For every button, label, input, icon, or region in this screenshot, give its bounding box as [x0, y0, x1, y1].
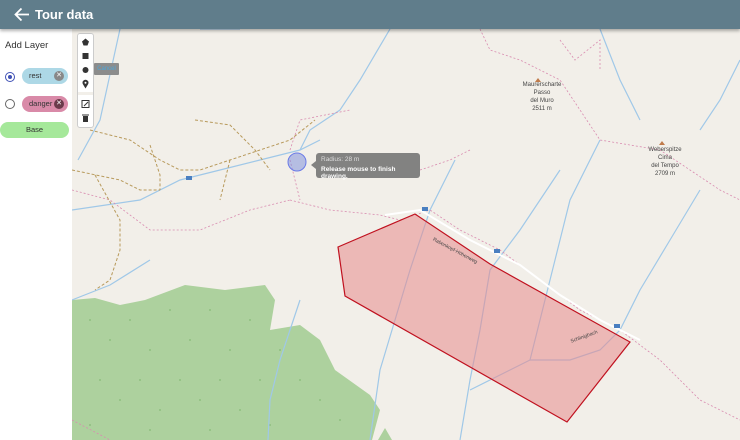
layer-chip-label: rest [29, 71, 42, 80]
base-button[interactable]: Base [0, 122, 69, 138]
map-tiles [72, 29, 740, 440]
circle-icon[interactable] [78, 63, 93, 77]
layer-radio-rest[interactable] [5, 72, 15, 82]
layer-radio-danger[interactable] [5, 99, 15, 109]
peak-label: Maurerschartе Passo del Muro 2511 m [522, 82, 562, 112]
layer-chip-label: danger [29, 99, 53, 108]
rectangle-icon[interactable] [78, 49, 93, 63]
tooltip-radius: Radius: 28 m [321, 156, 360, 163]
add-layer-label[interactable]: Add Layer [5, 40, 48, 51]
drawing-tooltip: Radius: 28 m Release mouse to finish dra… [311, 153, 420, 180]
layer-sidebar: Add Layer rest ✕ danger ✕ Base [0, 29, 72, 440]
polygon-icon[interactable] [78, 35, 93, 49]
peak-label: Weberspitze Cima del Tempo 2709 m [648, 147, 682, 177]
remove-layer-icon[interactable]: ✕ [54, 99, 64, 109]
arrow-left-icon[interactable] [13, 6, 31, 23]
page-title: Tour data [35, 7, 94, 22]
edit-icon[interactable] [78, 97, 93, 111]
cancel-drawing-button[interactable]: Cancel [94, 63, 119, 75]
marker-icon[interactable] [78, 77, 93, 91]
remove-layer-icon[interactable]: ✕ [54, 71, 64, 81]
layer-chip-danger[interactable]: danger ✕ [22, 96, 68, 112]
draw-toolbar [77, 33, 94, 128]
app-header: Tour data [0, 0, 740, 29]
map-canvas[interactable]: Maurerschartе Passo del Muro 2511 m Webe… [72, 29, 740, 440]
trash-icon[interactable] [78, 111, 93, 125]
toolbar-divider [78, 92, 93, 95]
tooltip-hint: Release mouse to finish drawing. [321, 166, 396, 180]
layer-chip-rest[interactable]: rest ✕ [22, 68, 68, 84]
